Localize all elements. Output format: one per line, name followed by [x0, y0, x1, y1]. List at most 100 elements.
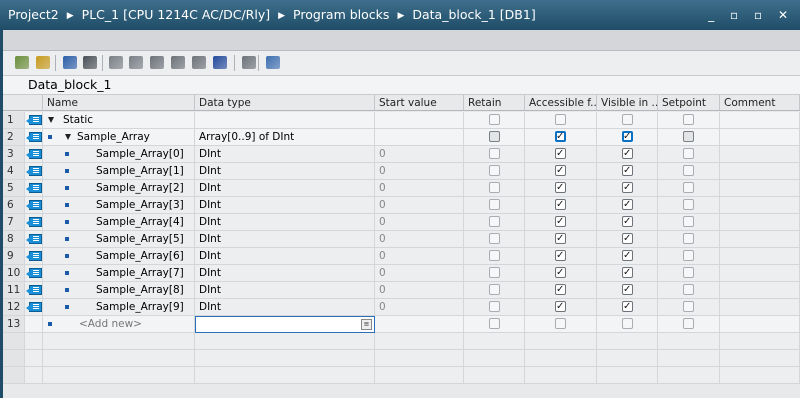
collapse-all-icon[interactable] [213, 56, 227, 69]
start-value-cell[interactable] [375, 112, 464, 129]
visible-checkbox[interactable] [622, 129, 633, 145]
row-number[interactable]: 2 [3, 129, 25, 146]
comment-cell[interactable] [720, 282, 800, 299]
snapshot-icon[interactable] [63, 56, 77, 69]
data-type-cell[interactable]: DInt [195, 146, 375, 163]
collapse-triangle-icon[interactable] [65, 134, 71, 140]
comment-cell[interactable] [720, 316, 800, 333]
setpoint-checkbox[interactable] [683, 114, 694, 125]
comment-cell[interactable] [720, 163, 800, 180]
comment-cell[interactable] [720, 231, 800, 248]
start-value-cell[interactable] [375, 129, 464, 146]
visible-checkbox[interactable] [622, 197, 633, 213]
visible-checkbox[interactable] [622, 180, 633, 196]
name-cell[interactable]: Sample_Array[7] [43, 265, 195, 282]
access-checkbox[interactable] [555, 299, 566, 315]
start-value-cell[interactable]: 0 [375, 299, 464, 316]
name-cell[interactable]: <Add new> [43, 316, 195, 333]
table-row[interactable]: 12 Sample_Array[9] DInt 0 [3, 299, 800, 316]
start-value-cell[interactable]: 0 [375, 197, 464, 214]
setpoint-checkbox[interactable] [683, 318, 694, 329]
header-start-value[interactable]: Start value [375, 95, 464, 111]
data-type-cell[interactable] [195, 112, 375, 129]
start-value-cell[interactable]: 0 [375, 146, 464, 163]
comment-cell[interactable] [720, 112, 800, 129]
start-value-cell[interactable]: 0 [375, 180, 464, 197]
retain-checkbox[interactable] [489, 233, 500, 244]
start-value-cell[interactable]: 0 [375, 231, 464, 248]
access-checkbox[interactable] [555, 318, 566, 329]
table-row[interactable]: 1 Static [3, 112, 800, 129]
name-cell[interactable]: Sample_Array[6] [43, 248, 195, 265]
name-cell[interactable]: Sample_Array [43, 129, 195, 146]
row-number[interactable]: 12 [3, 299, 25, 316]
row-number[interactable]: 10 [3, 265, 25, 282]
access-checkbox[interactable] [555, 146, 566, 162]
name-cell[interactable]: Sample_Array[4] [43, 214, 195, 231]
add-row-icon[interactable] [36, 56, 50, 69]
type-picker-icon[interactable]: ≡ [361, 319, 372, 330]
row-number[interactable]: 13 [3, 316, 25, 333]
reset-start-values-icon[interactable] [109, 56, 123, 69]
monitor-values-icon[interactable] [150, 56, 164, 69]
comment-cell[interactable] [720, 214, 800, 231]
comment-cell[interactable] [720, 299, 800, 316]
data-type-cell[interactable]: DInt [195, 265, 375, 282]
access-checkbox[interactable] [555, 265, 566, 281]
comment-cell[interactable] [720, 248, 800, 265]
setpoint-checkbox[interactable] [683, 267, 694, 278]
setpoint-checkbox[interactable] [683, 250, 694, 261]
retain-checkbox[interactable] [489, 301, 500, 312]
comment-cell[interactable] [720, 129, 800, 146]
row-number[interactable]: 7 [3, 214, 25, 231]
data-type-cell[interactable]: Array[0..9] of DInt [195, 129, 375, 146]
table-row[interactable]: 6 Sample_Array[3] DInt 0 [3, 197, 800, 214]
retain-checkbox[interactable] [489, 131, 500, 142]
start-value-cell[interactable]: 0 [375, 282, 464, 299]
retain-checkbox[interactable] [489, 114, 500, 125]
table-row[interactable]: 9 Sample_Array[6] DInt 0 [3, 248, 800, 265]
start-value-cell[interactable] [375, 316, 464, 333]
table-row[interactable]: 10 Sample_Array[7] DInt 0 [3, 265, 800, 282]
name-cell[interactable]: Sample_Array[3] [43, 197, 195, 214]
retain-checkbox[interactable] [489, 216, 500, 227]
data-type-cell[interactable]: DInt [195, 180, 375, 197]
setpoint-checkbox[interactable] [683, 148, 694, 159]
access-checkbox[interactable] [555, 248, 566, 264]
table-row[interactable]: 11 Sample_Array[8] DInt 0 [3, 282, 800, 299]
retain-checkbox[interactable] [489, 148, 500, 159]
setpoint-checkbox[interactable] [683, 182, 694, 193]
copy-snapshot-icon[interactable] [83, 56, 97, 69]
retain-checkbox[interactable] [489, 182, 500, 193]
data-type-cell[interactable]: DInt [195, 163, 375, 180]
comment-cell[interactable] [720, 146, 800, 163]
start-value-cell[interactable]: 0 [375, 265, 464, 282]
visible-checkbox[interactable] [622, 248, 633, 264]
load-start-values-icon[interactable] [129, 56, 143, 69]
keep-actual-values-icon[interactable] [242, 56, 256, 69]
table-row[interactable]: 8 Sample_Array[5] DInt 0 [3, 231, 800, 248]
visible-checkbox[interactable] [622, 265, 633, 281]
insert-row-icon[interactable] [15, 56, 29, 69]
setpoint-checkbox[interactable] [683, 233, 694, 244]
access-checkbox[interactable] [555, 197, 566, 213]
visible-checkbox[interactable] [622, 214, 633, 230]
monitor-all-icon[interactable] [266, 56, 280, 69]
access-checkbox[interactable] [555, 282, 566, 298]
expand-all-icon[interactable] [192, 56, 206, 69]
table-row[interactable]: 3 Sample_Array[0] DInt 0 [3, 146, 800, 163]
table-row[interactable]: 13 <Add new> ≡ [3, 316, 800, 333]
header-visible[interactable]: Visible in ... [597, 95, 658, 111]
retain-checkbox[interactable] [489, 199, 500, 210]
name-cell[interactable]: Sample_Array[5] [43, 231, 195, 248]
visible-checkbox[interactable] [622, 114, 633, 125]
setpoint-checkbox[interactable] [683, 284, 694, 295]
row-number[interactable]: 9 [3, 248, 25, 265]
collapse-triangle-icon[interactable] [48, 117, 54, 123]
header-retain[interactable]: Retain [464, 95, 525, 111]
data-type-cell[interactable]: DInt [195, 197, 375, 214]
start-value-cell[interactable]: 0 [375, 214, 464, 231]
name-cell[interactable]: Sample_Array[2] [43, 180, 195, 197]
row-number[interactable]: 8 [3, 231, 25, 248]
name-cell[interactable]: Sample_Array[9] [43, 299, 195, 316]
